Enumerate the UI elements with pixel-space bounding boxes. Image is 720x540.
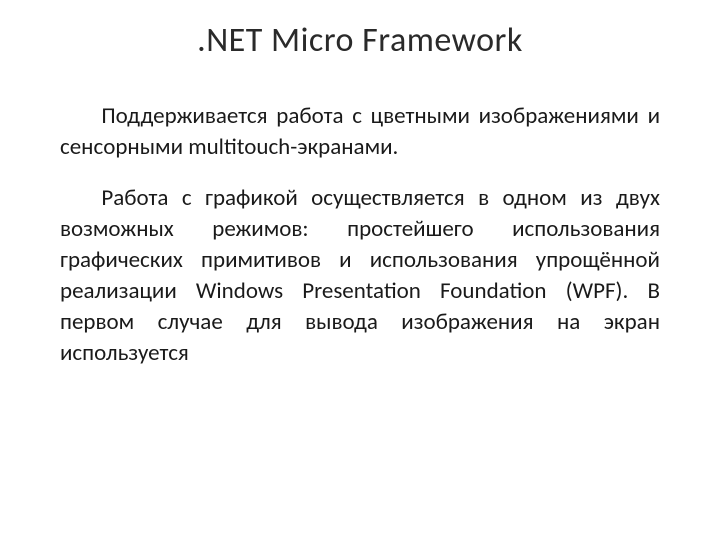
page-title: .NET Micro Framework: [60, 20, 660, 61]
body-paragraph: Работа с графикой осуществляется в одном…: [60, 183, 660, 369]
body-paragraph: Поддерживается работа с цветными изображ…: [60, 101, 660, 163]
